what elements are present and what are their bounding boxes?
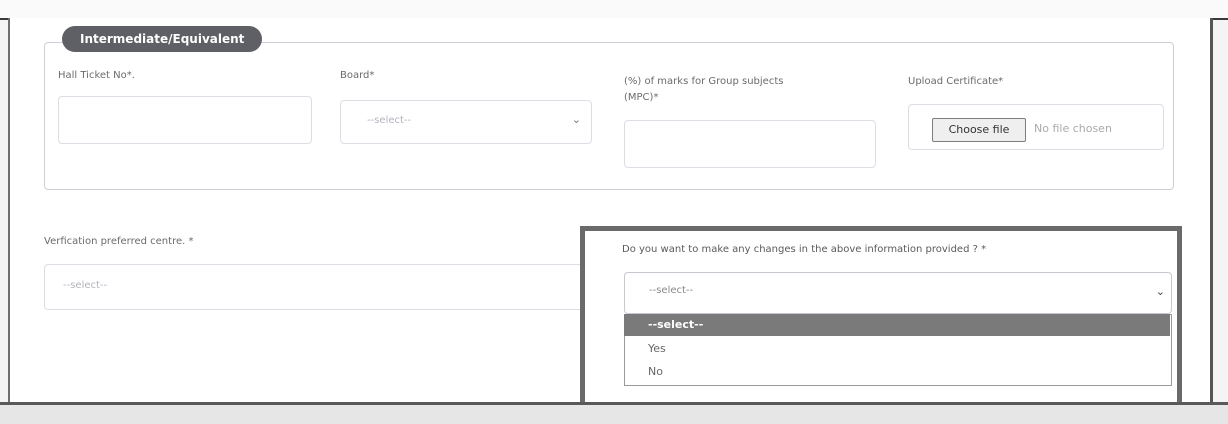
chevron-down-icon: ⌄	[1155, 285, 1165, 298]
changes-question-label: Do you want to make any changes in the a…	[622, 244, 987, 255]
choose-file-button[interactable]: Choose file	[932, 118, 1026, 142]
hall-ticket-label: Hall Ticket No*.	[58, 70, 135, 81]
board-select[interactable]: --select-- ⌄	[340, 100, 592, 144]
upload-certificate-label: Upload Certificate*	[908, 76, 1004, 87]
section-legend: Intermediate/Equivalent	[62, 26, 263, 52]
scan-top-edge	[0, 0, 1228, 20]
dropdown-option-yes[interactable]: Yes	[624, 338, 1170, 360]
marks-label-line1: (%) of marks for Group subjects	[624, 76, 784, 87]
board-select-value: --select--	[367, 115, 412, 126]
hall-ticket-input[interactable]	[58, 96, 312, 144]
no-file-chosen-text: No file chosen	[1034, 122, 1112, 135]
board-label: Board*	[340, 70, 375, 81]
verification-centre-value: --select--	[63, 280, 108, 291]
dropdown-option-select[interactable]: --select--	[624, 314, 1170, 336]
verification-centre-label: Verfication preferred centre. *	[44, 236, 194, 247]
chevron-down-icon: ⌄	[571, 113, 581, 126]
marks-label-line2: (MPC)*	[624, 92, 659, 103]
verification-centre-select[interactable]: --select--	[44, 264, 594, 310]
changes-select-value: --select--	[649, 285, 694, 296]
changes-select[interactable]: --select-- ⌄	[624, 272, 1172, 314]
dropdown-option-no[interactable]: No	[624, 361, 1170, 383]
marks-input[interactable]	[624, 120, 876, 168]
